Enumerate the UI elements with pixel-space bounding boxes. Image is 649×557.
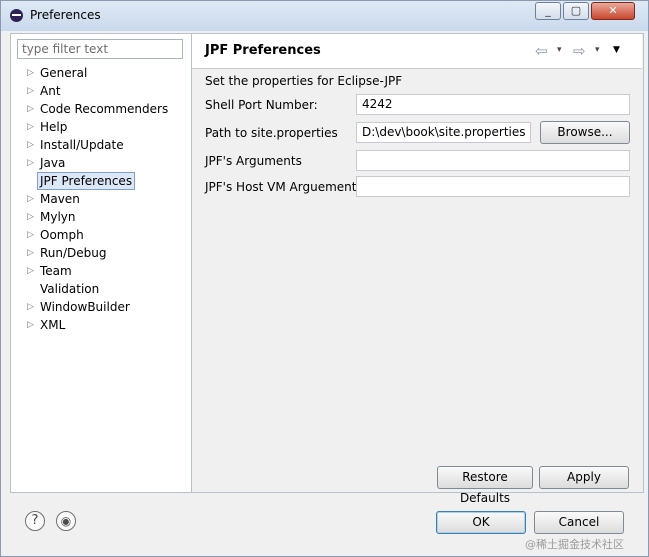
expand-arrow-icon[interactable]: ▷ — [27, 226, 34, 244]
eclipse-icon — [10, 9, 23, 22]
expand-arrow-icon[interactable]: ▷ — [27, 118, 34, 136]
expand-arrow-icon[interactable]: ▷ — [27, 262, 34, 280]
tree-item-label: Oomph — [40, 228, 84, 242]
tree-item-label: General — [40, 66, 88, 80]
expand-arrow-icon[interactable]: ▷ — [27, 190, 34, 208]
shell-port-input[interactable]: 4242 — [356, 94, 630, 115]
maximize-button[interactable]: ▢ — [563, 2, 589, 20]
expand-arrow-icon[interactable]: ▷ — [27, 298, 34, 316]
title-bar[interactable]: Preferences _ ▢ ✕ — [1, 1, 648, 31]
watermark: @稀土掘金技术社区 — [525, 538, 624, 551]
forward-arrow-icon[interactable]: ⇨ — [573, 42, 586, 60]
tree-item-label: Mylyn — [40, 210, 76, 224]
filter-input[interactable] — [17, 39, 183, 59]
host-vm-arguments-input[interactable] — [356, 176, 630, 197]
jpf-arguments-input[interactable] — [356, 150, 630, 171]
tree-item-label: JPF Preferences — [37, 172, 136, 190]
expand-arrow-icon[interactable]: ▷ — [27, 64, 34, 82]
ok-button[interactable]: OK — [436, 511, 526, 534]
expand-arrow-icon[interactable]: ▷ — [27, 244, 34, 262]
expand-arrow-icon[interactable]: ▷ — [27, 208, 34, 226]
page-title: JPF Preferences — [205, 43, 321, 58]
preference-page: JPF Preferences ⇦ ▾ ⇨ ▾ ▼ Set the proper… — [192, 33, 644, 505]
forward-dropdown-icon[interactable]: ▾ — [595, 45, 600, 55]
tree-item-label: Help — [40, 120, 68, 134]
site-properties-label: Path to site.properties — [205, 126, 338, 140]
expand-arrow-icon[interactable]: ▷ — [27, 136, 34, 154]
minimize-button[interactable]: _ — [535, 2, 561, 20]
tree-item-label: Team — [40, 264, 72, 278]
browse-button[interactable]: Browse... — [540, 121, 630, 144]
close-button[interactable]: ✕ — [591, 2, 635, 20]
expand-arrow-icon[interactable]: ▷ — [27, 154, 34, 172]
tree-item-label: Code Recommenders — [40, 102, 169, 116]
help-icon[interactable]: ? — [25, 511, 45, 531]
page-description: Set the properties for Eclipse-JPF — [205, 74, 403, 88]
view-menu-icon[interactable]: ▼ — [613, 45, 620, 55]
expand-arrow-icon[interactable]: ▷ — [27, 82, 34, 100]
tree-item-label: Java — [40, 156, 66, 170]
site-properties-input[interactable]: D:\dev\book\site.properties — [356, 122, 531, 143]
tree-item-label: Install/Update — [40, 138, 124, 152]
jpf-arguments-label: JPF's Arguments — [205, 154, 302, 168]
expand-arrow-icon[interactable]: ▷ — [27, 316, 34, 334]
tree-item-label: WindowBuilder — [40, 300, 130, 314]
tree-item-label: Ant — [40, 84, 61, 98]
back-dropdown-icon[interactable]: ▾ — [557, 45, 562, 55]
preference-tree-panel: ▷ General ▷ Ant ▷ Code Recommenders ▷ Help ▷ Inst… — [10, 33, 192, 493]
tree-item-label: Run/Debug — [40, 246, 107, 260]
restore-defaults-button[interactable]: Restore Defaults — [437, 466, 533, 505]
page-header: JPF Preferences ⇦ ▾ ⇨ ▾ ▼ — [192, 34, 642, 69]
import-export-icon[interactable]: ◉ — [56, 511, 76, 531]
tree-item-label: Maven — [40, 192, 80, 206]
tree-item-label: XML — [40, 318, 66, 332]
tree-item-label: Validation — [40, 282, 100, 296]
window-title: Preferences — [30, 8, 101, 22]
back-arrow-icon[interactable]: ⇦ — [535, 42, 548, 60]
shell-port-label: Shell Port Number: — [205, 98, 318, 112]
host-vm-arguments-label: JPF's Host VM Arguements — [205, 180, 363, 194]
cancel-button[interactable]: Cancel — [534, 511, 624, 534]
expand-arrow-icon[interactable]: ▷ — [27, 100, 34, 118]
preferences-window: Preferences _ ▢ ✕ ▷ General ▷ Ant ▷ Code Reco… — [0, 0, 649, 557]
apply-button[interactable]: Apply — [539, 466, 629, 489]
